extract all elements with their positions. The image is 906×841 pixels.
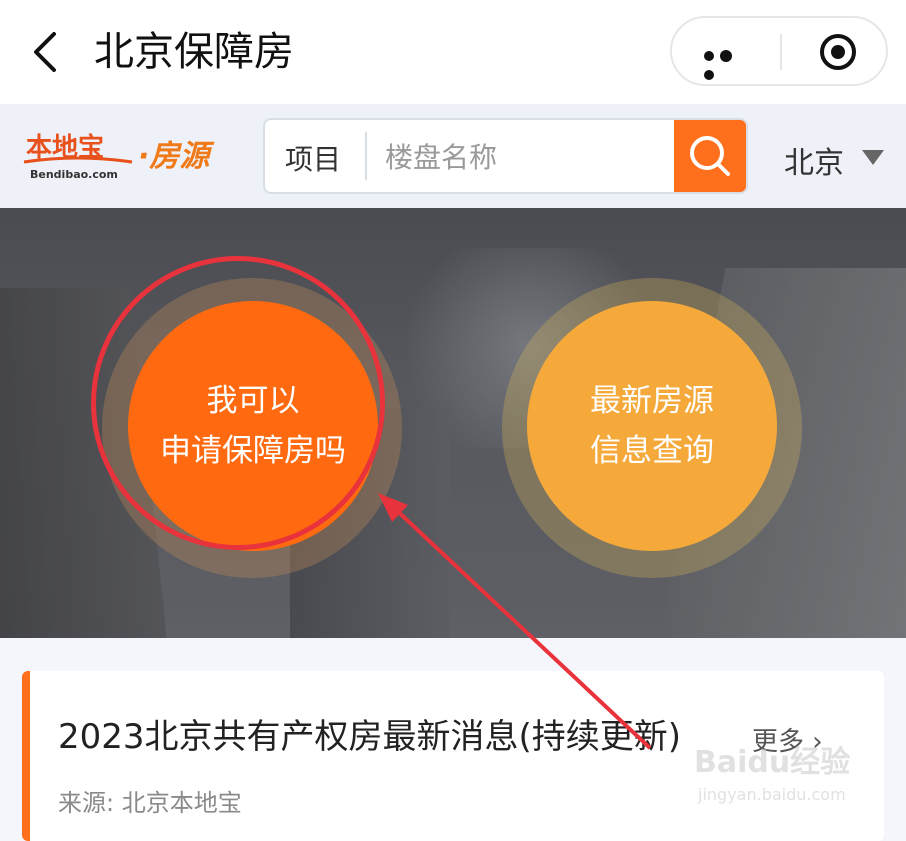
latest-listings-button[interactable]: 最新房源 信息查询 — [527, 301, 777, 551]
news-card-accent-bar — [22, 671, 30, 841]
more-menu-icon[interactable] — [704, 46, 748, 80]
site-header: 本地宝 Bendibao.com ·房源 项目 北京 — [0, 104, 906, 208]
listings-button-line2: 信息查询 — [590, 433, 714, 469]
bendibao-logo[interactable]: 本地宝 Bendibao.com ·房源 — [22, 124, 232, 184]
search-button[interactable] — [674, 120, 746, 192]
search-box: 项目 — [263, 118, 748, 194]
capsule-divider — [780, 34, 782, 70]
search-divider — [365, 132, 367, 180]
search-icon — [690, 136, 730, 176]
city-selector[interactable]: 北京 — [784, 138, 844, 182]
annotation-circle — [91, 256, 385, 550]
listings-button-line1: 最新房源 — [590, 383, 714, 419]
news-source: 来源: 北京本地宝 — [58, 789, 242, 817]
svg-text:jingyan.baidu.com: jingyan.baidu.com — [697, 785, 846, 804]
baidu-jingyan-watermark: Baidu经验 jingyan.baidu.com — [694, 745, 850, 804]
page-title: 北京保障房 — [94, 29, 294, 75]
news-title[interactable]: 2023北京共有产权房最新消息(持续更新) — [58, 709, 681, 758]
top-navigation-bar: 北京保障房 — [0, 0, 906, 104]
close-miniprogram-icon[interactable] — [818, 32, 858, 72]
search-category-selector[interactable]: 项目 — [285, 138, 341, 178]
svg-text:Bendibao.com: Bendibao.com — [30, 168, 118, 181]
svg-text:·房源: ·房源 — [138, 139, 215, 174]
svg-text:Baidu经验: Baidu经验 — [694, 745, 850, 780]
city-dropdown-arrow-icon[interactable] — [862, 150, 884, 165]
search-input[interactable] — [383, 130, 667, 184]
miniprogram-capsule — [670, 16, 888, 86]
back-arrow-icon[interactable] — [28, 30, 68, 74]
